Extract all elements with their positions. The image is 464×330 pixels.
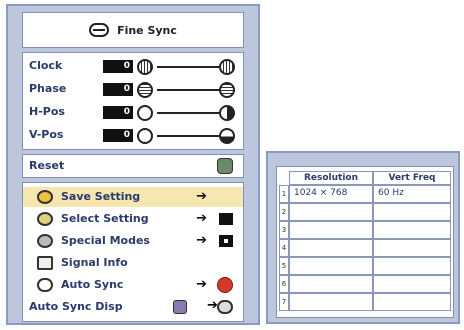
disc-icon	[37, 212, 53, 226]
row-number: 5	[279, 257, 289, 275]
disc-icon	[37, 190, 53, 204]
row-number: 7	[279, 293, 289, 311]
menu-item-auto-sync[interactable]: Auto Sync ➔	[23, 275, 243, 295]
table-cell-resolution[interactable]	[289, 257, 373, 275]
reset-row[interactable]: Reset	[22, 154, 244, 178]
row-number: 1	[279, 185, 289, 203]
slider-max-icon[interactable]	[219, 128, 235, 144]
slider-min-icon[interactable]	[137, 59, 153, 75]
slider-label: V-Pos	[29, 128, 64, 141]
table-cell-vert-freq[interactable]	[373, 293, 451, 311]
reset-label: Reset	[29, 159, 65, 172]
menu-item-label: Special Modes	[61, 234, 150, 247]
menu-item-select-setting[interactable]: Select Setting ➔	[23, 209, 243, 229]
menu-title-bar: Fine Sync	[22, 12, 244, 48]
table-cell-resolution[interactable]	[289, 293, 373, 311]
slider-track[interactable]	[157, 135, 219, 137]
table-cell-resolution[interactable]	[289, 203, 373, 221]
arrow-right-icon: ➔	[196, 211, 207, 226]
menu-item-label: Auto Sync Disp	[29, 300, 123, 313]
column-header-resolution: Resolution	[289, 171, 373, 185]
table-cell-resolution[interactable]	[289, 221, 373, 239]
menu-item-auto-sync-disp[interactable]: Auto Sync Disp ➔	[23, 297, 243, 317]
fine-sync-icon	[89, 23, 110, 37]
row-number: 3	[279, 221, 289, 239]
slider-track[interactable]	[157, 112, 219, 114]
slider-max-icon[interactable]	[219, 82, 235, 98]
auto-sync-status-icon[interactable]	[217, 277, 233, 293]
menu-item-label: Select Setting	[61, 212, 149, 225]
slider-value: 0	[103, 60, 133, 73]
table-cell-vert-freq[interactable]	[373, 275, 451, 293]
fine-sync-menu-list: Save Setting ➔ Select Setting ➔ Special …	[22, 182, 244, 322]
slider-value: 0	[103, 83, 133, 96]
menu-item-label: Save Setting	[61, 190, 141, 203]
slider-label: Phase	[29, 82, 67, 95]
slider-min-icon[interactable]	[137, 82, 153, 98]
arrow-right-icon: ➔	[196, 189, 207, 204]
table-cell-resolution[interactable]: 1024 × 768	[289, 185, 373, 203]
menu-item-save-setting[interactable]: Save Setting ➔	[23, 187, 243, 207]
row-number: 4	[279, 239, 289, 257]
menu-title: Fine Sync	[117, 23, 177, 37]
slider-value: 0	[103, 129, 133, 142]
slider-row-phase[interactable]: Phase 0	[23, 80, 243, 100]
slider-track[interactable]	[157, 89, 219, 91]
slider-min-icon[interactable]	[137, 128, 153, 144]
slider-row-clock[interactable]: Clock 0	[23, 57, 243, 77]
row-number: 2	[279, 203, 289, 221]
adjustment-sliders: Clock 0 Phase 0 H-Pos 0 V-Pos 0	[22, 52, 244, 150]
saved-settings-panel: Resolution Vert Freq 1 1024 × 768 60 Hz …	[266, 151, 460, 324]
table-cell-vert-freq[interactable]	[373, 221, 451, 239]
arrow-right-icon: ➔	[196, 277, 207, 292]
menu-item-label: Signal Info	[61, 256, 128, 269]
table-cell-resolution[interactable]	[289, 275, 373, 293]
signal-info-icon	[37, 256, 53, 270]
special-modes-icon	[37, 234, 53, 248]
table-cell-resolution[interactable]	[289, 239, 373, 257]
slider-label: Clock	[29, 59, 63, 72]
slider-label: H-Pos	[29, 105, 65, 118]
slider-max-icon[interactable]	[219, 59, 235, 75]
menu-item-label: Auto Sync	[61, 278, 124, 291]
menu-item-special-modes[interactable]: Special Modes ➔	[23, 231, 243, 251]
table-cell-vert-freq[interactable]	[373, 203, 451, 221]
menu-item-signal-info[interactable]: Signal Info	[23, 253, 243, 273]
display-toggle-icon[interactable]	[173, 300, 187, 314]
slider-row-vpos[interactable]: V-Pos 0	[23, 126, 243, 146]
slider-row-hpos[interactable]: H-Pos 0	[23, 103, 243, 123]
table-cell-vert-freq[interactable]	[373, 257, 451, 275]
sync-display-icon	[217, 300, 233, 314]
sync-icon	[37, 278, 53, 292]
fine-sync-osd-menu: Fine Sync Clock 0 Phase 0 H-Pos 0 V-Pos …	[6, 4, 260, 325]
slider-track[interactable]	[157, 66, 219, 68]
submenu-film-icon	[219, 235, 233, 247]
resolution-table: Resolution Vert Freq 1 1024 × 768 60 Hz …	[276, 166, 454, 318]
table-cell-vert-freq[interactable]: 60 Hz	[373, 185, 451, 203]
reset-icon[interactable]	[217, 158, 233, 174]
submenu-block-icon	[219, 213, 233, 225]
table-cell-vert-freq[interactable]	[373, 239, 451, 257]
arrow-right-icon: ➔	[196, 233, 207, 248]
slider-max-icon[interactable]	[219, 105, 235, 121]
slider-value: 0	[103, 106, 133, 119]
slider-min-icon[interactable]	[137, 105, 153, 121]
column-header-vert-freq: Vert Freq	[373, 171, 451, 185]
row-number: 6	[279, 275, 289, 293]
